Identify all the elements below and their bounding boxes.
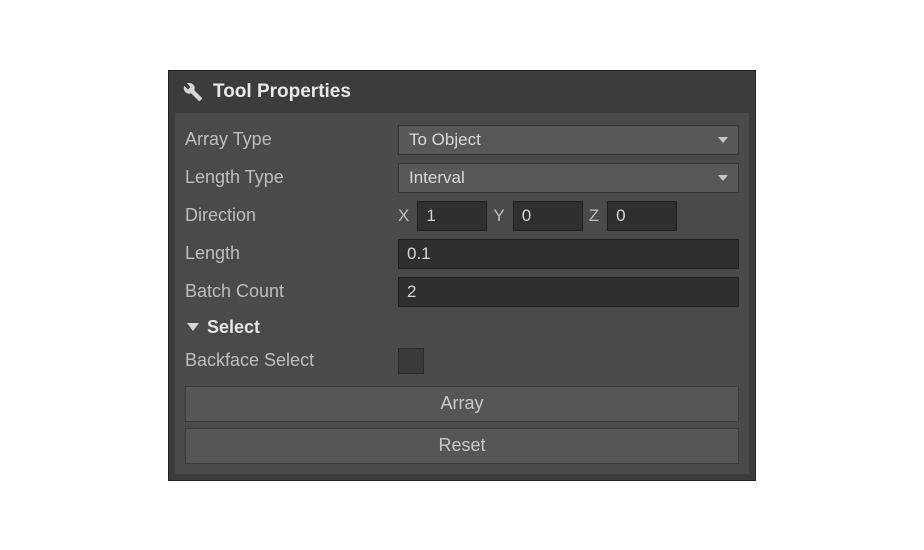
array-type-dropdown[interactable]: To Object bbox=[398, 125, 739, 155]
array-button-label: Array bbox=[440, 393, 483, 414]
reset-button-label: Reset bbox=[438, 435, 485, 456]
length-type-value: Interval bbox=[409, 168, 465, 188]
select-section-header[interactable]: Select bbox=[185, 311, 739, 342]
batch-count-input[interactable] bbox=[398, 277, 739, 307]
backface-select-checkbox[interactable] bbox=[398, 348, 424, 374]
direction-y-input[interactable] bbox=[513, 201, 583, 231]
wrench-icon bbox=[183, 82, 203, 102]
array-button[interactable]: Array bbox=[185, 386, 739, 422]
row-length: Length bbox=[185, 235, 739, 273]
panel-body: Array Type To Object Length Type Interva… bbox=[175, 113, 749, 474]
array-type-value: To Object bbox=[409, 130, 481, 150]
chevron-down-icon bbox=[718, 137, 728, 143]
reset-button[interactable]: Reset bbox=[185, 428, 739, 464]
label-direction: Direction bbox=[185, 205, 390, 226]
panel-header: Tool Properties bbox=[169, 71, 755, 113]
select-section-title: Select bbox=[207, 317, 260, 338]
label-backface-select: Backface Select bbox=[185, 350, 390, 371]
label-length: Length bbox=[185, 243, 390, 264]
axis-z-label: Z bbox=[589, 206, 601, 226]
label-batch-count: Batch Count bbox=[185, 281, 390, 302]
tool-properties-panel: Tool Properties Array Type To Object Len… bbox=[168, 70, 756, 481]
axis-y-label: Y bbox=[493, 206, 506, 226]
direction-z-input[interactable] bbox=[607, 201, 677, 231]
chevron-down-icon bbox=[187, 323, 199, 331]
label-array-type: Array Type bbox=[185, 129, 390, 150]
length-input[interactable] bbox=[398, 239, 739, 269]
length-type-dropdown[interactable]: Interval bbox=[398, 163, 739, 193]
label-length-type: Length Type bbox=[185, 167, 390, 188]
panel-title: Tool Properties bbox=[213, 81, 351, 103]
direction-x-input[interactable] bbox=[417, 201, 487, 231]
row-direction: Direction X Y Z bbox=[185, 197, 739, 235]
axis-x-label: X bbox=[398, 206, 411, 226]
row-array-type: Array Type To Object bbox=[185, 121, 739, 159]
chevron-down-icon bbox=[718, 175, 728, 181]
row-length-type: Length Type Interval bbox=[185, 159, 739, 197]
row-batch-count: Batch Count bbox=[185, 273, 739, 311]
row-backface-select: Backface Select bbox=[185, 342, 739, 380]
